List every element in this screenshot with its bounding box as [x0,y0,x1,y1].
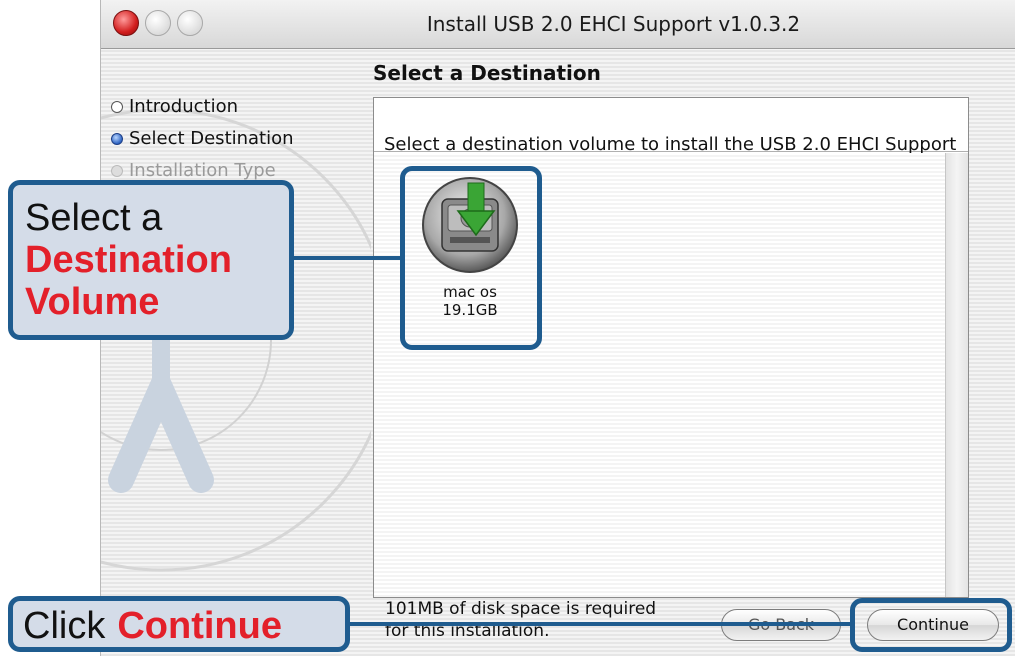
step-label: Introduction [129,96,239,117]
callout-emphasis: Destination [25,239,232,281]
step-label: Select Destination [129,128,294,149]
title-bar: Install USB 2.0 EHCI Support v1.0.3.2 [101,0,1015,49]
callout-text: Select a [25,197,163,239]
current-step-bullet-icon [111,133,123,145]
step-bullet-icon [111,165,123,177]
installer-steps: Introduction Select Destination Installa… [111,96,294,192]
callout-emphasis: Volume [25,281,160,323]
page-heading: Select a Destination [373,61,601,85]
instructions-text: Select a destination volume to install t… [374,98,968,154]
disk-space-requirement: 101MB of disk space is required for this… [385,598,656,642]
continue-callout-connector [348,622,852,626]
step-bullet-icon [111,101,123,113]
window-title: Install USB 2.0 EHCI Support v1.0.3.2 [426,12,801,36]
select-volume-callout: Select a Destination Volume [8,180,294,340]
click-continue-callout: Click Continue [8,596,350,652]
callout-emphasis: Continue [117,605,282,647]
volume-callout-connector [292,256,402,260]
volume-highlight-box [400,166,542,350]
continue-highlight-box [850,598,1012,652]
step-label: Installation Type [129,160,276,181]
step-select-destination: Select Destination [111,128,294,160]
disk-space-line-1: 101MB of disk space is required [385,599,657,619]
step-introduction: Introduction [111,96,294,128]
callout-text: Click [23,605,106,647]
volume-list-scrollbar[interactable] [945,153,968,597]
